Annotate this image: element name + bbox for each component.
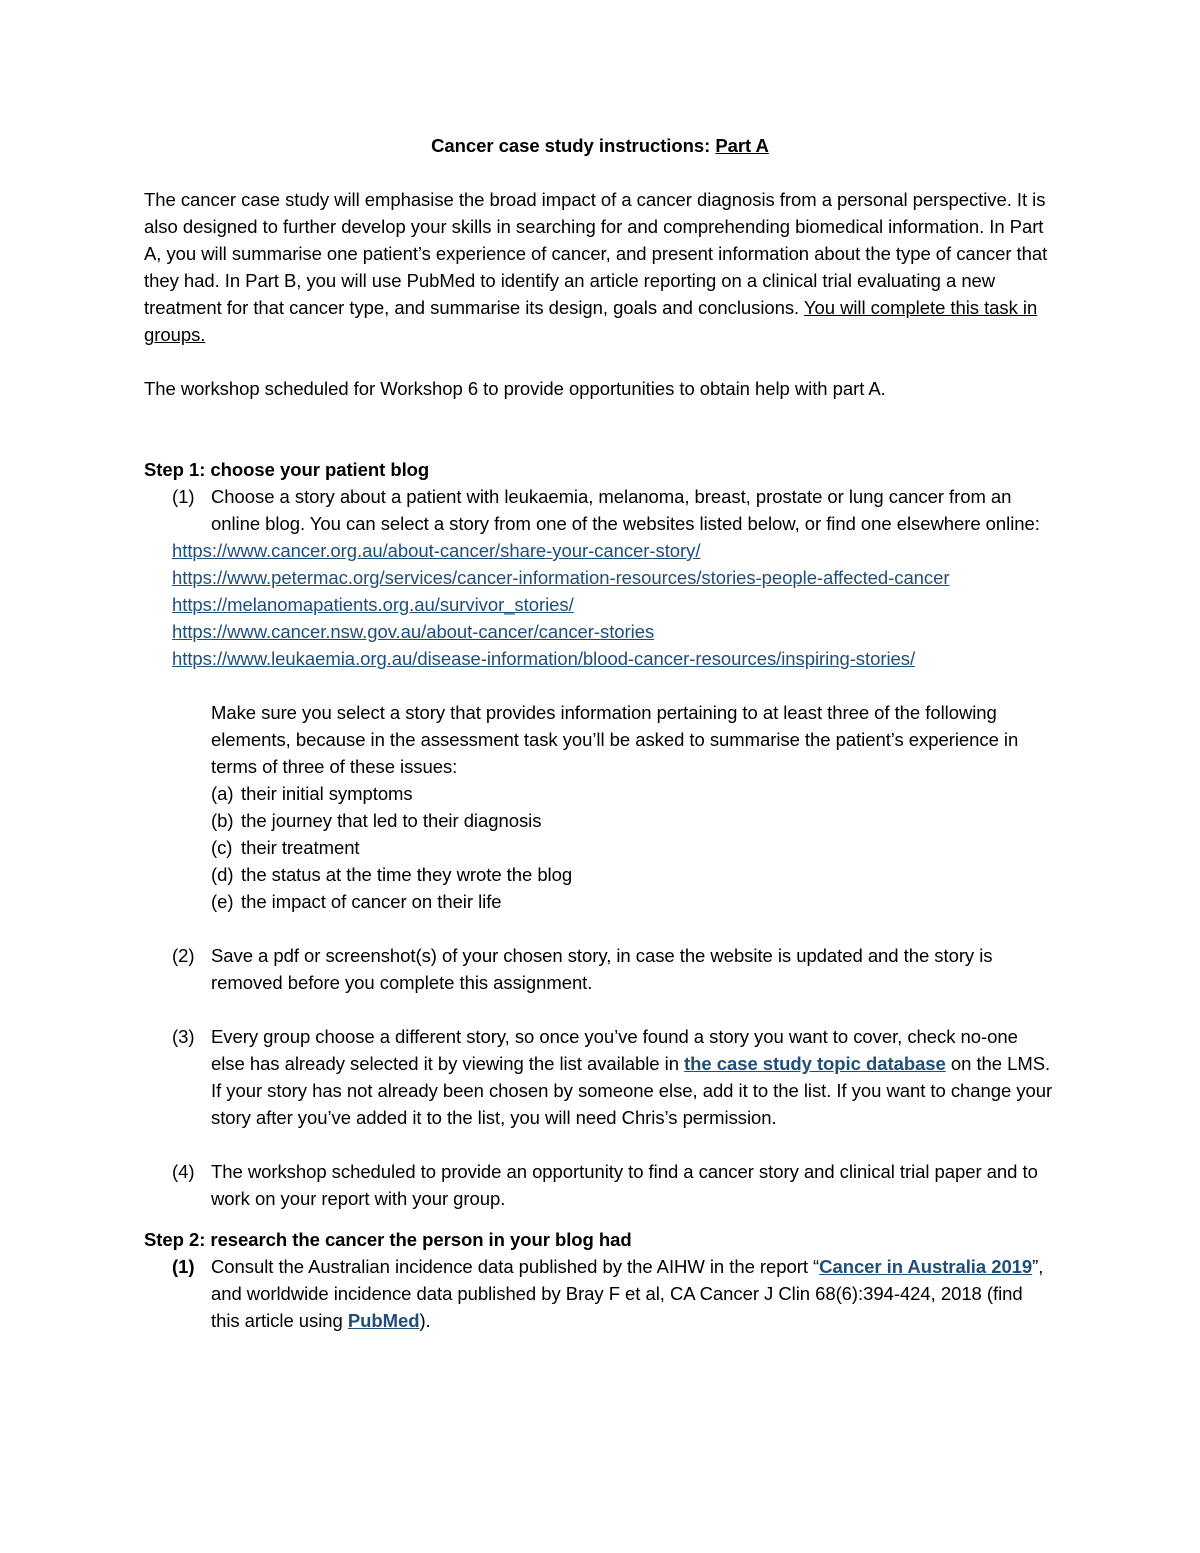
source-url-link-4[interactable]: https://www.cancer.nsw.gov.au/about-canc… <box>172 618 1056 645</box>
case-study-topic-database-link[interactable]: the case study topic database <box>684 1053 946 1074</box>
list-marker: (1) <box>172 486 195 507</box>
list-item-1: (1) Choose a story about a patient with … <box>144 483 1056 537</box>
document-body: Cancer case study instructions: Part A T… <box>144 132 1056 1334</box>
story-elements-list: (a) their initial symptoms (b) the journ… <box>144 780 1056 915</box>
list-item-text-after-link: ). <box>419 1310 431 1331</box>
item-2-spacer <box>144 996 1056 1023</box>
workshop-note: The workshop scheduled for Workshop 6 to… <box>144 378 886 399</box>
list-marker: (3) <box>172 1026 195 1047</box>
story-element-text: their treatment <box>241 837 360 858</box>
story-element-text: their initial symptoms <box>241 783 413 804</box>
story-element-a: (a) their initial symptoms <box>211 780 1056 807</box>
elements-spacer <box>144 915 1056 942</box>
list-item-3: (3) Every group choose a different story… <box>144 1023 1056 1131</box>
source-url-link-2[interactable]: https://www.petermac.org/services/cancer… <box>172 564 1056 591</box>
story-element-text: the status at the time they wrote the bl… <box>241 864 573 885</box>
story-element-marker: (c) <box>211 837 233 858</box>
page-title-part: Part A <box>715 135 769 156</box>
intro-paragraph: The cancer case study will emphasise the… <box>144 186 1056 348</box>
list-item-text: Choose a story about a patient with leuk… <box>211 486 1040 534</box>
step-1-list-continued-4: (4) The workshop scheduled to provide an… <box>144 1158 1056 1212</box>
list-marker: (1) <box>172 1256 195 1277</box>
list-item-text: The workshop scheduled to provide an opp… <box>211 1161 1038 1209</box>
document-page: Cancer case study instructions: Part A T… <box>0 0 1200 1553</box>
story-element-marker: (e) <box>211 891 234 912</box>
elements-intro-paragraph: Make sure you select a story that provid… <box>211 702 1019 777</box>
item-3-spacer <box>144 1131 1056 1158</box>
step-2-list-item-1: (1) Consult the Australian incidence dat… <box>144 1253 1056 1334</box>
story-element-marker: (b) <box>211 810 234 831</box>
list-item-4: (4) The workshop scheduled to provide an… <box>144 1158 1056 1212</box>
page-title: Cancer case study instructions: Part A <box>144 132 1056 159</box>
intro-spacer <box>144 348 1056 375</box>
source-url-link-1[interactable]: https://www.cancer.org.au/about-cancer/s… <box>172 537 1056 564</box>
story-element-marker: (d) <box>211 864 234 885</box>
source-url-link-3[interactable]: https://melanomapatients.org.au/survivor… <box>172 591 1056 618</box>
cancer-in-australia-2019-link[interactable]: Cancer in Australia 2019 <box>819 1256 1032 1277</box>
source-url-link-5[interactable]: https://www.leukaemia.org.au/disease-inf… <box>172 645 1056 672</box>
story-element-c: (c) their treatment <box>211 834 1056 861</box>
list-marker: (4) <box>172 1161 195 1182</box>
story-element-marker: (a) <box>211 783 234 804</box>
story-element-text: the impact of cancer on their life <box>241 891 502 912</box>
pubmed-link[interactable]: PubMed <box>348 1310 420 1331</box>
story-element-d: (d) the status at the time they wrote th… <box>211 861 1056 888</box>
story-element-text: the journey that led to their diagnosis <box>241 810 542 831</box>
list-item-text-before-link: Consult the Australian incidence data pu… <box>211 1256 820 1277</box>
step-2-heading: Step 2: research the cancer the person i… <box>144 1229 632 1250</box>
list-marker: (2) <box>172 945 195 966</box>
step-1-list-continued-2: (2) Save a pdf or screenshot(s) of your … <box>144 942 1056 996</box>
step-1-heading: Step 1: choose your patient blog <box>144 459 430 480</box>
step-2-spacer <box>144 1212 1056 1226</box>
list-item-text: Save a pdf or screenshot(s) of your chos… <box>211 945 993 993</box>
source-url-list: https://www.cancer.org.au/about-cancer/s… <box>144 537 1056 672</box>
story-element-b: (b) the journey that led to their diagno… <box>211 807 1056 834</box>
title-spacer <box>144 159 1056 186</box>
list-item-2: (2) Save a pdf or screenshot(s) of your … <box>144 942 1056 996</box>
step-1-list: (1) Choose a story about a patient with … <box>144 483 1056 537</box>
page-title-prefix: Cancer case study instructions: <box>431 135 716 156</box>
workshop-spacer-1 <box>144 402 1056 429</box>
step-2-list: (1) Consult the Australian incidence dat… <box>144 1253 1056 1334</box>
step-1-list-continued-3: (3) Every group choose a different story… <box>144 1023 1056 1131</box>
story-element-e: (e) the impact of cancer on their life <box>211 888 1056 915</box>
workshop-spacer-2 <box>144 429 1056 456</box>
url-block-spacer <box>144 672 1056 699</box>
